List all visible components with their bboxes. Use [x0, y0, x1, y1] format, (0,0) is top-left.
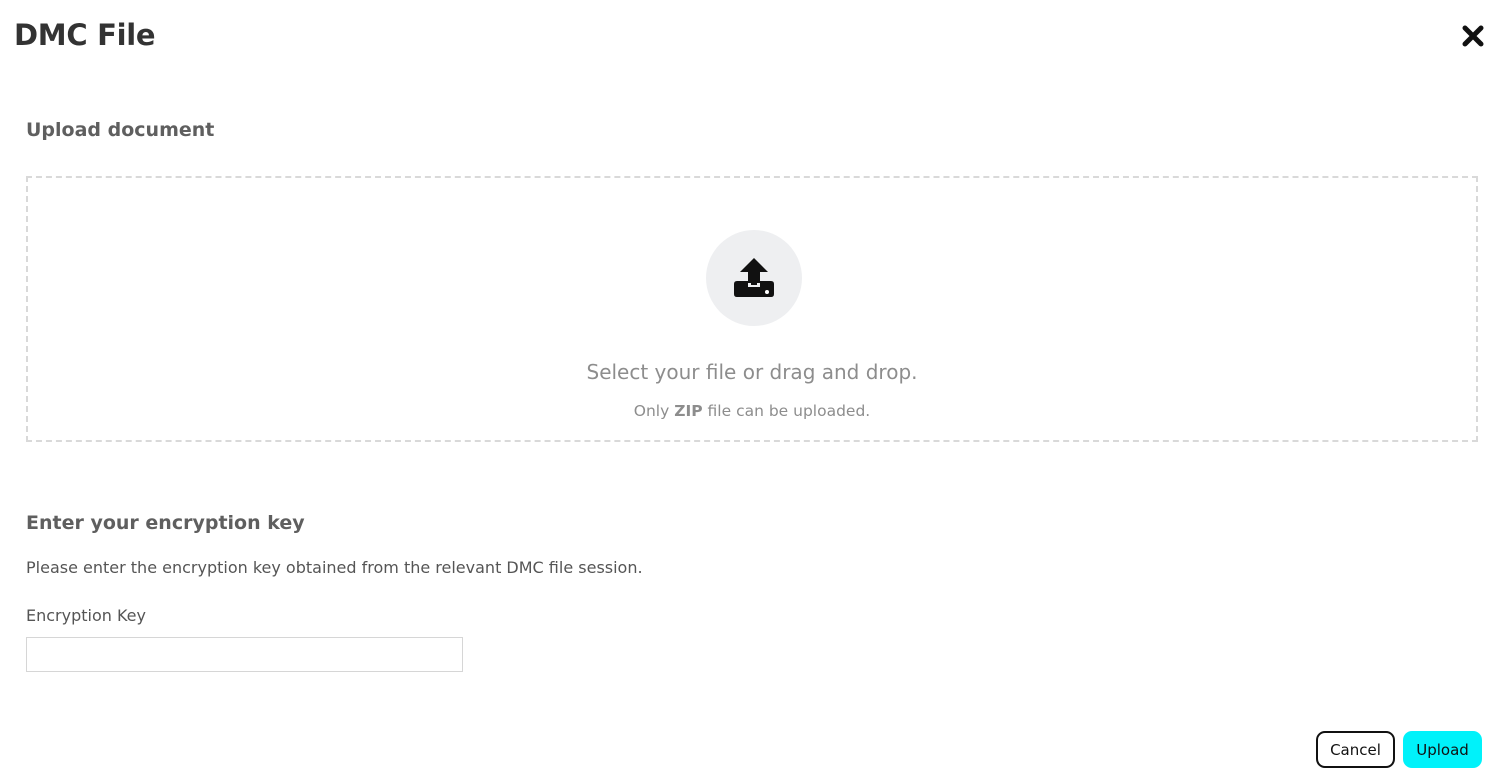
file-dropzone[interactable]: Select your file or drag and drop. Only … [26, 176, 1478, 442]
modal-title: DMC File [14, 18, 156, 52]
encryption-key-input[interactable] [26, 637, 463, 672]
upload-button[interactable]: Upload [1403, 731, 1482, 768]
cancel-button[interactable]: Cancel [1316, 731, 1395, 768]
upload-section-title: Upload document [26, 119, 215, 141]
dropzone-hint: Only ZIP file can be uploaded. [28, 402, 1476, 420]
close-button[interactable] [1461, 24, 1485, 48]
hint-prefix: Only [633, 402, 670, 420]
encryption-key-label: Encryption Key [26, 606, 146, 625]
close-x-icon [1462, 25, 1484, 47]
modal-header: DMC File [14, 14, 1489, 60]
upload-icon [734, 258, 774, 297]
dmc-file-modal: DMC File Upload document Select your fil… [0, 0, 1503, 780]
hint-format: ZIP [674, 402, 703, 420]
upload-icon-circle [706, 230, 802, 326]
encryption-section-title: Enter your encryption key [26, 512, 305, 534]
encryption-description: Please enter the encryption key obtained… [26, 558, 643, 577]
dropzone-instruction: Select your file or drag and drop. [586, 360, 918, 384]
hint-suffix: file can be uploaded. [707, 402, 871, 420]
